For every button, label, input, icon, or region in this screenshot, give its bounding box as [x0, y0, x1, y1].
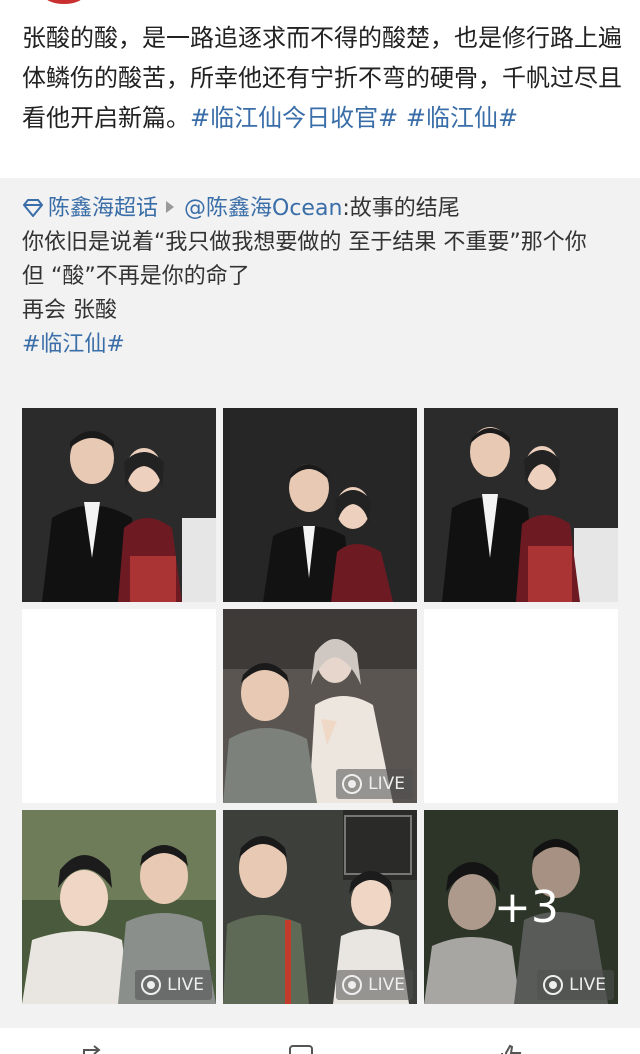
photo-placeholder[interactable]: [424, 609, 618, 803]
repost-line: 再会 张酸: [22, 298, 117, 323]
photo-thumbnail[interactable]: LIVE: [223, 810, 417, 1004]
repost-line: 你依旧是说着“我只做我想要做的 至于结果 不重要”那个你: [22, 230, 587, 255]
comment-icon: [289, 1045, 313, 1054]
photo-thumbnail[interactable]: [424, 408, 618, 602]
photo-thumbnail[interactable]: [22, 408, 216, 602]
post-text: 张酸的酸，是一路追逐求而不得的酸楚，也是修行路上遍体鳞伤的酸苦，所幸他还有宁折不…: [22, 18, 622, 138]
photo-thumbnail[interactable]: +3 LIVE: [424, 810, 618, 1004]
supertopic-label: 陈鑫海超话: [48, 196, 159, 221]
mention-link[interactable]: @陈鑫海Ocean: [184, 196, 342, 221]
live-icon: [342, 774, 363, 794]
live-icon: [543, 975, 564, 995]
thumbs-up-icon: [501, 1044, 522, 1054]
live-badge: LIVE: [336, 769, 413, 799]
hashtag-link[interactable]: #临江仙今日收官#: [190, 104, 398, 132]
repost-button[interactable]: [82, 1044, 108, 1054]
more-photos-count: +3: [494, 882, 559, 933]
photo-thumbnail[interactable]: LIVE: [22, 810, 216, 1004]
photo-thumbnail[interactable]: [223, 408, 417, 602]
photo-placeholder[interactable]: [22, 609, 216, 803]
repost-text: 陈鑫海超话 @陈鑫海Ocean:故事的结尾 你依旧是说着“我只做我想要做的 至于结…: [22, 192, 622, 362]
photo-thumbnail[interactable]: LIVE: [223, 609, 417, 803]
like-button[interactable]: [498, 1044, 524, 1054]
live-badge: LIVE: [537, 970, 614, 1000]
diamond-icon: [22, 199, 44, 217]
comment-button[interactable]: [288, 1044, 314, 1054]
live-icon: [141, 975, 162, 995]
repost-header: 陈鑫海超话 @陈鑫海Ocean:故事的结尾: [22, 192, 622, 226]
live-badge: LIVE: [336, 970, 413, 1000]
repost-card[interactable]: 陈鑫海超话 @陈鑫海Ocean:故事的结尾 你依旧是说着“我只做我想要做的 至于结…: [0, 178, 640, 1028]
action-bar: [0, 1028, 640, 1054]
live-badge: LIVE: [135, 970, 212, 1000]
live-icon: [342, 975, 363, 995]
repost-title: :故事的结尾: [342, 196, 460, 221]
supertopic-link[interactable]: 陈鑫海超话: [22, 196, 158, 221]
share-icon: [83, 1045, 101, 1054]
repost-line: 但 “酸”不再是你的命了: [22, 264, 250, 289]
avatar-edge: [0, 0, 640, 6]
hashtag-link[interactable]: #临江仙#: [406, 104, 518, 132]
hashtag-link[interactable]: #临江仙#: [22, 328, 622, 362]
play-icon: [166, 201, 175, 213]
